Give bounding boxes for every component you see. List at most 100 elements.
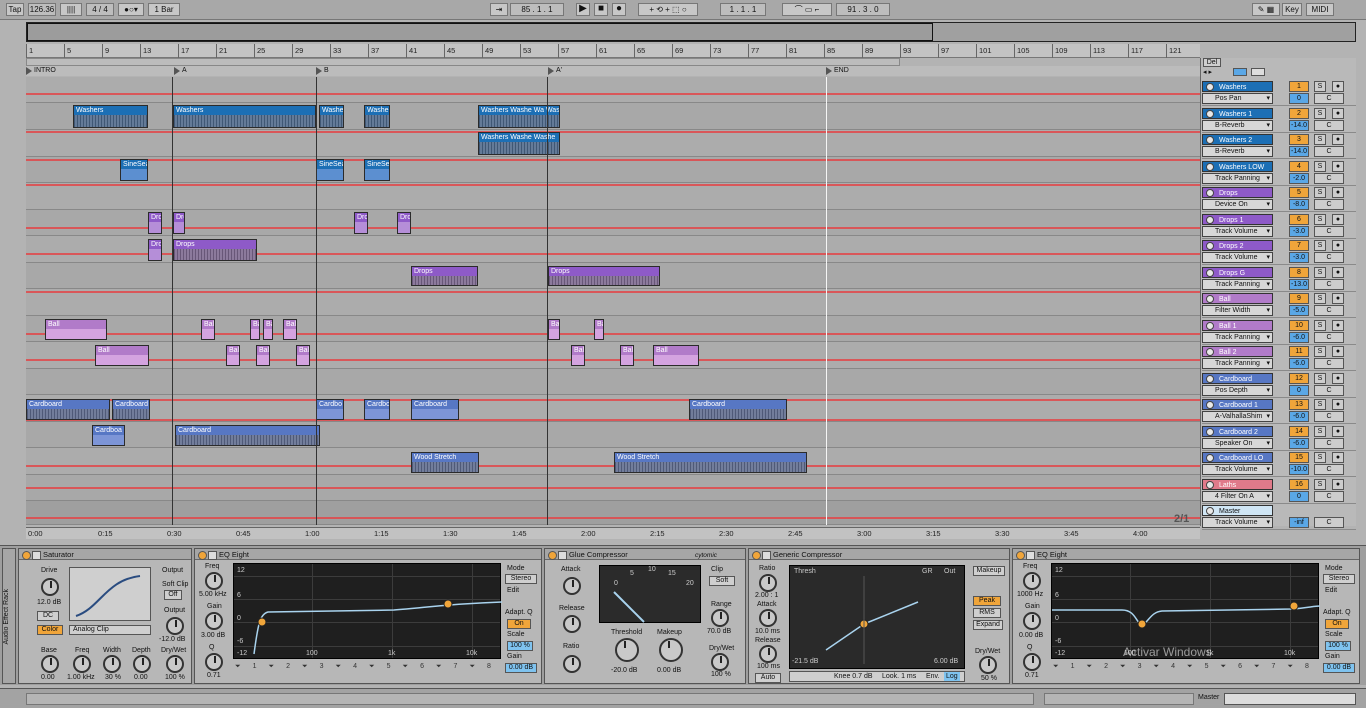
track-number[interactable]: 11 [1289, 346, 1309, 357]
clip-cardboard[interactable]: Cardboard [175, 425, 320, 446]
beat-ruler[interactable]: 1 5 9 13 17 21 25 29 33 37 41 45 49 53 5… [26, 44, 1200, 58]
track-number[interactable]: 15 [1289, 452, 1309, 463]
song-position-field[interactable]: 85 . 1 . 1 [510, 3, 564, 16]
freq-knob[interactable] [73, 655, 91, 673]
width-knob[interactable] [103, 655, 121, 673]
track-name[interactable]: Ball 1 [1202, 319, 1273, 331]
track-activator-icon[interactable] [1206, 162, 1214, 171]
pan-control[interactable]: C [1314, 146, 1344, 157]
freq-value[interactable]: 5.00 kHz [199, 591, 227, 598]
track-volume[interactable]: -6.0 [1289, 411, 1309, 422]
track-lane-drops-1[interactable] [26, 210, 1200, 236]
clip-ball[interactable]: Ball [620, 345, 634, 366]
clip-drops-g[interactable]: Drops [548, 266, 660, 286]
clip-washers[interactable]: Washe [364, 105, 390, 128]
track-activator-icon[interactable] [1206, 507, 1214, 515]
band-selectors[interactable]: ⏷1⏷2⏷3⏷4⏷5⏷6⏷7⏷8 [235, 663, 499, 681]
automation-line[interactable] [26, 93, 1200, 95]
release-value[interactable]: 100 ms [757, 663, 780, 670]
dc-button[interactable]: DC [37, 611, 59, 621]
automation-chooser[interactable]: Pos Pan [1202, 93, 1273, 104]
gain-value[interactable]: 3.00 dB [201, 632, 225, 639]
overview-selection[interactable] [27, 23, 933, 41]
rms-button[interactable]: RMS [973, 608, 1001, 618]
pan-control[interactable]: C [1314, 464, 1344, 475]
solo-button[interactable]: S [1314, 187, 1326, 198]
track-name[interactable]: Cardboard [1202, 372, 1273, 384]
automation-chooser[interactable]: Track Volume [1202, 225, 1273, 237]
track-activator-icon[interactable] [1206, 480, 1214, 489]
track-number[interactable]: 4 [1289, 160, 1309, 172]
solo-button[interactable]: S [1314, 81, 1326, 92]
clip-ball[interactable]: Ball [256, 345, 270, 366]
attack-value[interactable]: 10.0 ms [755, 628, 780, 635]
punch-icons[interactable]: ⌒ ▭ ⌐ [782, 3, 832, 16]
solo-button[interactable]: S [1314, 452, 1326, 463]
solo-button[interactable]: S [1314, 425, 1326, 437]
track-volume[interactable]: 0 [1289, 93, 1309, 104]
automation-chooser[interactable]: B-Reverb [1202, 119, 1273, 131]
q-value[interactable]: 0.71 [207, 672, 221, 679]
clip-ball[interactable]: Ball [571, 345, 585, 366]
pan-control[interactable]: C [1314, 331, 1344, 343]
track-name[interactable]: Cardboard 1 [1202, 399, 1273, 410]
automation-chooser[interactable]: Track Panning [1202, 358, 1273, 369]
quantize-select[interactable]: 1 Bar [148, 3, 180, 16]
solo-button[interactable]: S [1314, 319, 1326, 331]
track-name[interactable]: Ball [1202, 293, 1273, 304]
track-name[interactable]: Cardboard 2 [1202, 425, 1273, 437]
clip-washers[interactable]: Washe [319, 105, 344, 128]
track-volume[interactable]: -6.0 [1289, 437, 1309, 449]
clip-washers[interactable]: Washers [173, 105, 316, 128]
automation-chooser[interactable]: Track Panning [1202, 331, 1273, 343]
clip-ball[interactable]: Ball [45, 319, 107, 340]
automation-tools[interactable]: + ⟲ + ⬚ ○ [638, 3, 698, 16]
track-volume[interactable]: -13.0 [1289, 278, 1309, 290]
arm-icon[interactable]: ● [1332, 213, 1344, 225]
scale-value[interactable]: 100 % [1325, 641, 1351, 651]
key-map-button[interactable]: Key [1282, 3, 1302, 16]
track-lane-master[interactable] [26, 501, 1200, 525]
track-number[interactable]: 7 [1289, 240, 1309, 251]
clip-ball[interactable]: Ball [283, 319, 297, 340]
pan-control[interactable]: C [1314, 411, 1344, 422]
metronome-icon[interactable]: |||| [60, 3, 82, 16]
clip-drops[interactable]: Drops [173, 239, 257, 261]
drive-knob[interactable] [41, 578, 59, 596]
midi-map-button[interactable]: MIDI [1306, 3, 1334, 16]
automation-chooser[interactable]: Track Volume [1202, 464, 1273, 475]
device-title[interactable]: EQ Eight [195, 549, 541, 560]
track-lane-ball-2[interactable] [26, 342, 1200, 369]
arm-icon[interactable]: ● [1332, 425, 1344, 437]
threshold-value[interactable]: -20.0 dB [611, 667, 637, 674]
saturator-device[interactable]: Saturator Drive 12.0 dB DC Color Analog … [18, 548, 192, 684]
pan-control[interactable]: C [1314, 358, 1344, 369]
gain-out-value[interactable]: 0.00 dB [1323, 663, 1355, 673]
locator-strip[interactable]: INTRO A B A' END [26, 66, 1200, 76]
track-volume[interactable]: -3.0 [1289, 225, 1309, 237]
clip-cardboard[interactable]: Cardbo [364, 399, 390, 420]
device-title[interactable]: Saturator [19, 549, 191, 560]
track-name[interactable]: Washers 2 [1202, 134, 1273, 145]
clip-cardboard[interactable]: Cardbo [316, 399, 344, 420]
pan-control[interactable]: C [1314, 252, 1344, 263]
track-activator-icon[interactable] [1206, 83, 1214, 91]
pan-control[interactable]: C [1314, 305, 1344, 316]
track-number[interactable]: 16 [1289, 478, 1309, 490]
gain-knob[interactable] [1023, 612, 1041, 630]
track-activator-icon[interactable] [1206, 295, 1214, 303]
solo-button[interactable]: S [1314, 266, 1326, 278]
pan-control[interactable]: C [1314, 172, 1344, 184]
base-value[interactable]: 0.00 [41, 674, 55, 681]
arrangement-position-icon[interactable]: ⇥ [490, 3, 508, 16]
playhead[interactable] [826, 77, 827, 525]
arrangement-view[interactable]: Washers Washers Washe Washe Washers Wash… [26, 77, 1200, 525]
arm-icon[interactable]: ● [1332, 134, 1344, 145]
q-knob[interactable] [205, 653, 223, 671]
expand-icon[interactable] [1233, 68, 1247, 76]
clip-sinebass[interactable]: SineSea [316, 159, 344, 181]
track-volume[interactable]: -2.0 [1289, 172, 1309, 184]
freq-knob[interactable] [205, 572, 223, 590]
automation-chooser[interactable]: Track Panning [1202, 172, 1273, 184]
clip-cardboard[interactable]: Cardboard [112, 399, 150, 420]
